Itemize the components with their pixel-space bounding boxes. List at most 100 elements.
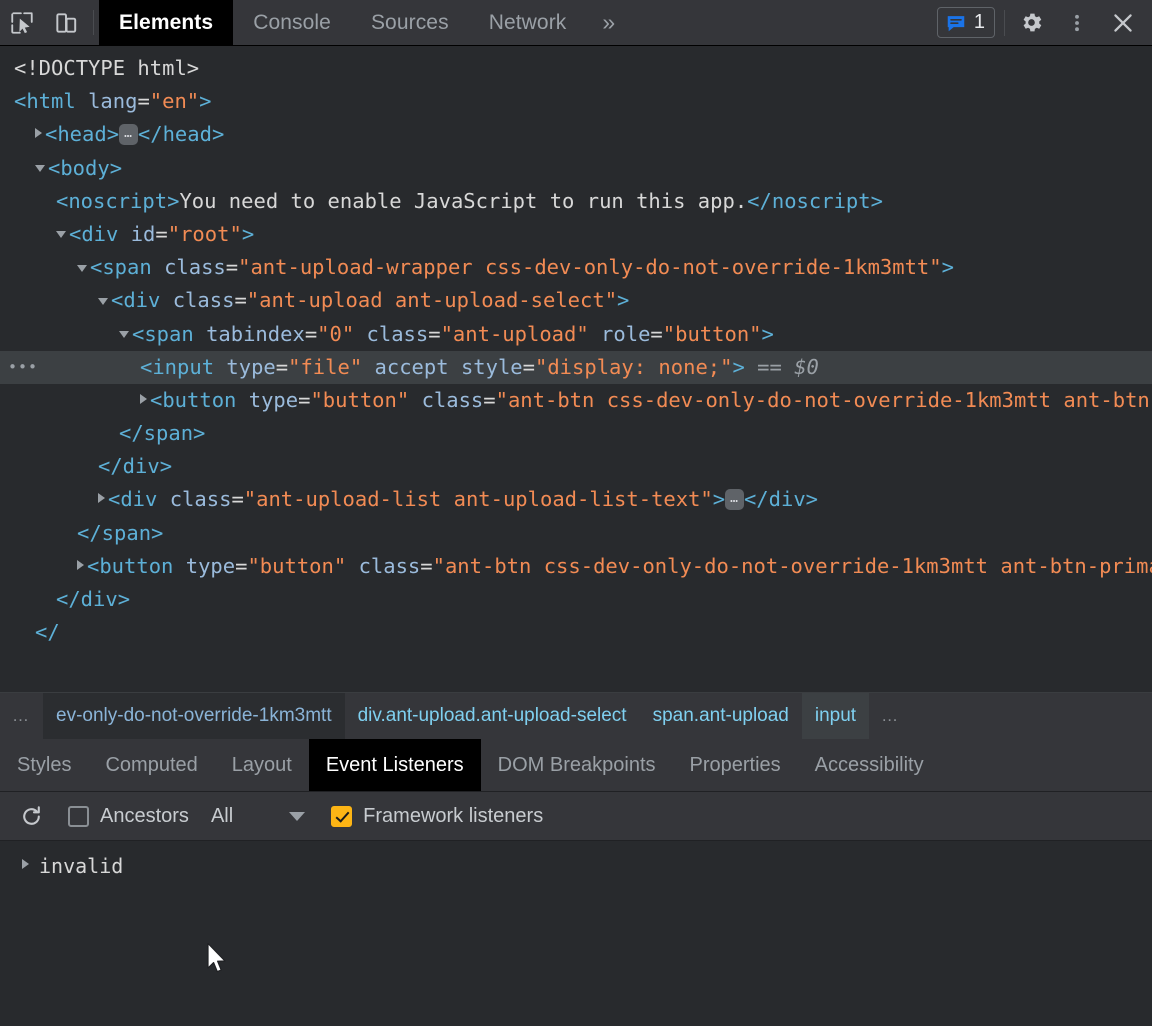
dom-node-text: <head>… </head>: [45, 122, 225, 147]
expand-triangle-icon[interactable]: [22, 859, 29, 869]
toolbar-divider: [93, 10, 94, 35]
dom-node-selected[interactable]: <input type="file" accept style="display…: [0, 350, 1152, 384]
tab-sources[interactable]: Sources: [351, 0, 469, 45]
devtools-main-toolbar: Elements Console Sources Network » 1: [0, 0, 1152, 46]
dom-node-line[interactable]: <div id="root">: [0, 218, 1152, 251]
dom-node-line[interactable]: </span>: [0, 417, 1152, 450]
sidebar-tab-accessibility[interactable]: Accessibility: [798, 739, 941, 791]
dom-node-line-clipped[interactable]: </: [0, 616, 1152, 649]
framework-listeners-checkbox-group[interactable]: Framework listeners: [331, 805, 543, 828]
inspect-element-icon[interactable]: [0, 0, 44, 45]
expand-triangle-icon[interactable]: [77, 559, 84, 570]
settings-gear-icon[interactable]: [1008, 0, 1054, 45]
breadcrumb-item-0[interactable]: ev-only-do-not-override-1km3mtt: [43, 693, 345, 739]
dom-node-line[interactable]: </div>: [0, 583, 1152, 616]
dom-node-line[interactable]: </div>: [0, 450, 1152, 483]
dom-node-line[interactable]: <body>: [0, 152, 1152, 185]
event-listeners-list: invalid: [0, 841, 1152, 1026]
ancestors-checkbox[interactable]: [68, 805, 89, 827]
dom-node-text: <body>: [48, 155, 123, 180]
dom-node-line[interactable]: <span tabindex="0" class="ant-upload" ro…: [0, 318, 1152, 351]
close-glyph: [1114, 13, 1132, 32]
dom-node-text: <button type="button" class="ant-btn css…: [150, 387, 1152, 412]
dom-node-text: <!DOCTYPE html>: [14, 56, 200, 80]
chevron-down-icon[interactable]: [289, 811, 306, 821]
breadcrumb-item-1[interactable]: div.ant-upload.ant-upload-select: [345, 693, 640, 739]
dom-node-line[interactable]: <noscript>You need to enable JavaScript …: [0, 185, 1152, 218]
tab-network[interactable]: Network: [469, 0, 587, 45]
framework-listeners-label: Framework listeners: [363, 804, 544, 827]
collapse-triangle-icon[interactable]: [119, 331, 129, 338]
refresh-icon[interactable]: [14, 799, 48, 833]
ancestors-checkbox-group[interactable]: Ancestors: [68, 805, 189, 828]
breadcrumb-overflow-left[interactable]: …: [0, 693, 43, 739]
collapse-triangle-icon[interactable]: [98, 297, 108, 305]
sidebar-tab-layout[interactable]: Layout: [215, 739, 309, 791]
event-listeners-toolbar: Ancestors All Framework listeners: [0, 792, 1152, 841]
dom-node-text: <div class="ant-upload ant-upload-select…: [111, 288, 630, 313]
issues-badge[interactable]: 1: [936, 7, 995, 38]
dom-node-line[interactable]: <button type="button" class="ant-btn css…: [0, 550, 1152, 583]
collapse-triangle-icon[interactable]: [35, 165, 45, 173]
dom-node-text: <noscript>You need to enable JavaScript …: [56, 188, 883, 213]
breadcrumb-item-3[interactable]: input: [801, 693, 870, 739]
device-toolbar-glyph: [56, 12, 77, 33]
expand-triangle-icon[interactable]: [98, 493, 105, 504]
sidebar-tab-properties[interactable]: Properties: [673, 739, 798, 791]
dom-node-text: <div class="ant-upload-list ant-upload-l…: [108, 487, 819, 512]
dom-node-text: </span>: [77, 520, 164, 545]
issues-message-icon: [947, 15, 965, 31]
dom-node-text: <input type="file" accept style="display…: [140, 354, 819, 379]
expand-triangle-icon[interactable]: [35, 128, 42, 139]
tab-console[interactable]: Console: [233, 0, 351, 45]
expand-triangle-icon[interactable]: [140, 393, 147, 404]
dom-node-text: <div id="root">: [69, 221, 255, 246]
dom-node-line[interactable]: <div class="ant-upload-list ant-upload-l…: [0, 483, 1152, 516]
sidebar-tab-styles[interactable]: Styles: [0, 739, 88, 791]
gear-glyph: [1023, 13, 1041, 32]
dom-tree-panel[interactable]: <!DOCTYPE html> <html lang="en"> <head>… </…: [0, 46, 1152, 692]
breadcrumb-item-2[interactable]: span.ant-upload: [640, 693, 802, 739]
collapse-triangle-icon[interactable]: [56, 231, 66, 239]
more-tabs-button[interactable]: »: [586, 0, 631, 45]
close-devtools-icon[interactable]: [1100, 0, 1146, 45]
sidebar-tab-computed[interactable]: Computed: [88, 739, 214, 791]
breadcrumb: … ev-only-do-not-override-1km3mtt div.ant-…: [0, 692, 1152, 739]
devtools-window: Elements Console Sources Network » 1 <!D…: [0, 0, 1152, 1026]
inspect-element-glyph: [11, 11, 33, 34]
tab-elements[interactable]: Elements: [99, 0, 234, 45]
panel-tabs: Elements Console Sources Network »: [99, 0, 631, 45]
listener-filter-select[interactable]: All: [211, 805, 233, 828]
issues-count: 1: [973, 11, 985, 33]
sidebar-tab-dom-breakpoints[interactable]: DOM Breakpoints: [481, 739, 673, 791]
ancestors-label: Ancestors: [100, 804, 189, 827]
sidebar-tab-event-listeners[interactable]: Event Listeners: [308, 739, 481, 791]
dom-node-line[interactable]: <html lang="en">: [0, 85, 1152, 118]
dom-node-line[interactable]: <span class="ant-upload-wrapper css-dev-…: [0, 251, 1152, 284]
dom-node-text: <html lang="en">: [14, 89, 212, 114]
dom-node-line[interactable]: </span>: [0, 517, 1152, 550]
framework-listeners-checkbox[interactable]: [331, 805, 353, 827]
dom-node-line[interactable]: <button type="button" class="ant-btn css…: [0, 384, 1152, 417]
dom-node-text: <button type="button" class="ant-btn css…: [87, 553, 1152, 578]
collapse-triangle-icon[interactable]: [77, 264, 87, 272]
breadcrumb-overflow-right[interactable]: …: [869, 693, 912, 739]
device-toolbar-icon[interactable]: [44, 0, 88, 45]
dom-node-line[interactable]: <head>… </head>: [0, 118, 1152, 151]
dom-node-text: <span tabindex="0" class="ant-upload" ro…: [132, 321, 774, 346]
event-listener-row[interactable]: invalid: [0, 850, 1152, 882]
dom-node-text: </: [35, 620, 60, 645]
dom-node-line[interactable]: <div class="ant-upload ant-upload-select…: [0, 284, 1152, 317]
dom-node-text: </span>: [119, 421, 206, 446]
toolbar-right-actions: 1: [936, 0, 1152, 45]
dom-node-line[interactable]: <!DOCTYPE html>: [0, 52, 1152, 85]
refresh-glyph: [22, 805, 40, 825]
dom-node-text: </div>: [98, 454, 173, 479]
more-options-icon[interactable]: [1054, 0, 1100, 45]
toolbar-divider-2: [1004, 9, 1005, 36]
dom-node-text: </div>: [56, 587, 131, 611]
sidebar-tabs: Styles Computed Layout Event Listeners DOM B…: [0, 739, 1152, 792]
more-vertical-glyph: [1075, 14, 1079, 31]
dom-node-text: <span class="ant-upload-wrapper css-dev-…: [90, 255, 954, 280]
event-listener-label: invalid: [39, 854, 124, 878]
